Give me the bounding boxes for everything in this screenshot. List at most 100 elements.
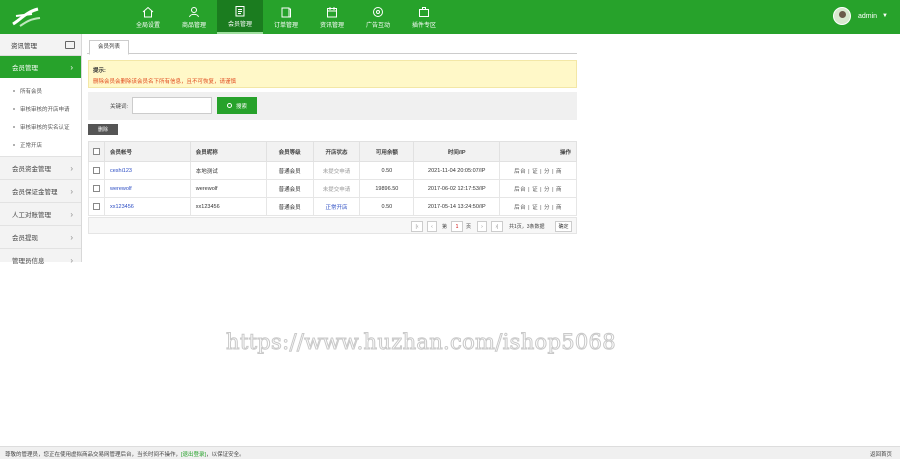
- member-time-ip: 2017-06-02 12:17:53/IP: [413, 179, 501, 198]
- nav-member-management[interactable]: 会员管理: [217, 0, 263, 34]
- grid-icon[interactable]: [65, 40, 75, 49]
- notice-box: 提示: 删除会员会删除该会员名下所有信息，且不可恢复，请谨慎: [88, 60, 577, 88]
- next-page-button[interactable]: ›: [477, 221, 487, 232]
- notice-title: 提示:: [93, 68, 106, 74]
- tab-member-list[interactable]: 会员列表: [89, 40, 130, 55]
- search-button[interactable]: 搜索: [217, 97, 257, 114]
- briefcase-icon: [419, 6, 429, 17]
- go-button[interactable]: 确定: [555, 221, 572, 232]
- member-time-ip: 2021-11-04 20:05:07/IP: [413, 161, 501, 180]
- sidebar-item-label: 会员保证金管理: [12, 189, 58, 196]
- search-input[interactable]: [132, 97, 212, 114]
- bullet-icon: [13, 126, 15, 128]
- sidebar-item-admin-info[interactable]: 管理员信息 ›: [0, 248, 81, 271]
- table-row: ceshi123 本地测试 普通会员 未提交申请 0.50 2021-11-04…: [88, 161, 577, 180]
- logout-link[interactable]: [退出登录]: [181, 452, 206, 458]
- member-nickname: xx123456: [189, 197, 267, 216]
- sidebar-item-funds[interactable]: 会员资金管理 ›: [0, 156, 81, 179]
- column-header: 开店状态: [312, 141, 361, 162]
- footer-message-suffix: ，以保证安全。: [206, 452, 245, 458]
- nav-news-management[interactable]: 资讯管理: [309, 0, 355, 34]
- back-home-link[interactable]: 返回首页: [870, 450, 892, 458]
- column-header: 时间/IP: [413, 141, 501, 162]
- select-all-checkbox[interactable]: [92, 148, 100, 155]
- subitem-label: 所有会员: [20, 89, 43, 95]
- sidebar-subitem-store-applications[interactable]: 审核审核的开店申请: [0, 100, 81, 118]
- store-status[interactable]: 正常开店: [312, 197, 361, 216]
- member-balance: 19896.50: [359, 179, 415, 198]
- pagination: |‹ ‹ 第 1 页 › ›| 共1页，3条数据 确定: [88, 217, 577, 234]
- sidebar-item-member-management[interactable]: 会员管理 ›: [0, 56, 81, 78]
- search-bar: 关键词: 搜索: [88, 92, 577, 120]
- member-balance: 0.50: [359, 161, 415, 180]
- member-balance: 0.50: [359, 197, 415, 216]
- top-bar: 全局设置 商品管理 会员管理 订单管理 资讯管理 广告互动 插件专区 admin: [0, 0, 900, 34]
- chevron-right-icon: ›: [70, 255, 73, 265]
- member-account-link[interactable]: werewolf: [103, 179, 191, 198]
- nav-label: 资讯管理: [319, 22, 344, 29]
- row-checkbox-cell: [88, 161, 105, 180]
- chevron-down-icon: ▼: [882, 13, 888, 19]
- row-checkbox-cell: [88, 197, 105, 216]
- delete-button[interactable]: 删除: [88, 124, 118, 135]
- member-account-link[interactable]: xx123456: [103, 197, 191, 216]
- sidebar-subitem-all-members[interactable]: 所有会员: [0, 82, 81, 100]
- table-header-row: 会员帐号 会员昵称 会员等级 开店状态 可用余额 时间/IP 操作: [88, 141, 577, 162]
- sidebar-item-reconciliation[interactable]: 人工对账管理 ›: [0, 202, 81, 225]
- chart-icon: [373, 6, 383, 17]
- member-level: 普通会员: [265, 161, 314, 180]
- member-account-link[interactable]: ceshi123: [103, 161, 191, 180]
- row-actions[interactable]: 后台 | 证 | 分 | 商: [499, 197, 577, 216]
- sidebar-item-withdraw[interactable]: 会员提现 ›: [0, 225, 81, 248]
- chevron-right-icon: ›: [70, 209, 73, 219]
- store-status: 未提交申请: [312, 161, 361, 180]
- bullet-icon: [13, 90, 15, 92]
- user-menu[interactable]: admin ▼: [832, 7, 888, 25]
- nav-label: 会员管理: [227, 21, 252, 28]
- last-page-button[interactable]: ›|: [491, 221, 503, 232]
- nav-label: 广告互动: [365, 22, 390, 29]
- store-status: 未提交申请: [312, 179, 361, 198]
- chevron-right-icon: ›: [70, 62, 73, 72]
- sidebar-subitem-open-stores[interactable]: 正常开店: [0, 136, 81, 154]
- member-nickname: werewolf: [189, 179, 267, 198]
- table-row: xx123456 xx123456 普通会员 正常开店 0.50 2017-05…: [88, 197, 577, 216]
- member-nickname: 本地测试: [189, 161, 267, 180]
- nav-plugins[interactable]: 插件专区: [401, 0, 447, 34]
- nav-product-management[interactable]: 商品管理: [171, 0, 217, 34]
- nav-ads-interaction[interactable]: 广告互动: [355, 0, 401, 34]
- pager-summary: 共1页，3条数据: [509, 224, 545, 230]
- sidebar-item-label: 会员管理: [12, 65, 38, 72]
- page-number-input[interactable]: 1: [451, 221, 463, 232]
- row-checkbox[interactable]: [92, 167, 100, 174]
- nav-label: 全局设置: [135, 22, 160, 29]
- footer-message: 尊敬的管理员，您正在使用虚拟商品交易网管理后台，当长时间不操作，[退出登录]，以…: [5, 450, 245, 458]
- row-checkbox[interactable]: [92, 185, 100, 192]
- row-checkbox[interactable]: [92, 203, 100, 210]
- notice-text: 删除会员会删除该会员名下所有信息，且不可恢复，请谨慎: [93, 79, 237, 85]
- column-header: 会员等级: [265, 141, 314, 162]
- bullet-icon: [13, 144, 15, 146]
- sidebar-subitem-verifications[interactable]: 审核审核的实名认证: [0, 118, 81, 136]
- row-actions[interactable]: 后台 | 证 | 分 | 商: [499, 179, 577, 198]
- column-header: 操作: [499, 141, 577, 162]
- home-icon: [142, 6, 154, 17]
- subitem-label: 审核审核的实名认证: [20, 125, 70, 131]
- nav-label: 插件专区: [411, 22, 436, 29]
- column-header: 会员帐号: [103, 141, 191, 162]
- book-icon: [281, 7, 291, 17]
- chevron-right-icon: ›: [70, 186, 73, 196]
- logo-icon[interactable]: [10, 6, 44, 28]
- nav-global-settings[interactable]: 全局设置: [125, 0, 171, 34]
- nav-order-management[interactable]: 订单管理: [263, 0, 309, 34]
- clipboard-icon: [235, 5, 245, 16]
- chevron-right-icon: ›: [70, 163, 73, 173]
- sidebar-item-deposit[interactable]: 会员保证金管理 ›: [0, 179, 81, 202]
- prev-page-button[interactable]: ‹: [427, 221, 437, 232]
- first-page-button[interactable]: |‹: [411, 221, 423, 232]
- footer-message-prefix: 尊敬的管理员，您正在使用虚拟商品交易网管理后台，当长时间不操作，: [5, 452, 182, 458]
- search-button-label: 搜索: [235, 103, 247, 110]
- avatar[interactable]: [832, 7, 851, 25]
- row-actions[interactable]: 后台 | 证 | 分 | 商: [499, 161, 577, 180]
- column-header: 会员昵称: [189, 141, 267, 162]
